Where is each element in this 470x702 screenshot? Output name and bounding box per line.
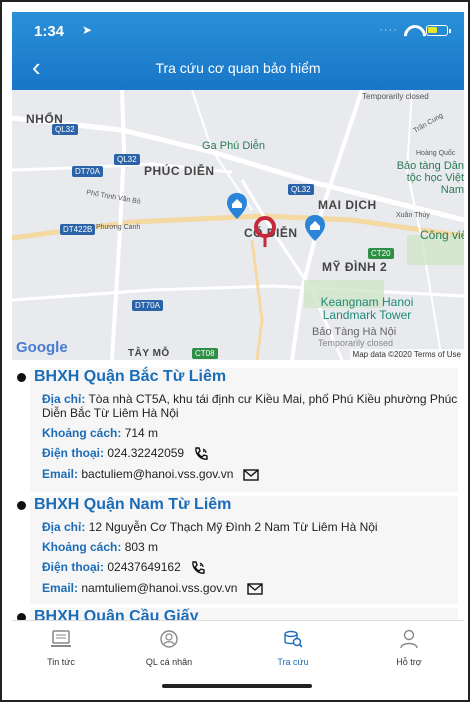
road-tag: CT08 (192, 348, 218, 359)
lookup-icon (284, 630, 303, 648)
status-time: 1:34 (34, 23, 65, 40)
office-phone[interactable]: Điện thoại: 024.32242059 (30, 446, 458, 461)
map-label-tay-mo: TÂY MỖ (128, 348, 170, 359)
office-card[interactable]: BHXH Quận Cầu Giấy (17, 608, 458, 620)
road-tag: DT70A (132, 300, 163, 311)
office-name: BHXH Quận Nam Từ Liêm (17, 496, 458, 514)
tab-support[interactable]: Hỗ trợ (364, 629, 454, 667)
page-title: Tra cứu cơ quan bảo hiểm (155, 60, 321, 76)
office-card[interactable]: BHXH Quận Bắc Từ Liêm Địa chỉ: Tòa nhà C… (17, 368, 458, 492)
map-label-phuong-canh: Phương Canh (96, 224, 141, 231)
map-label-cong-vien: Công viên (420, 228, 464, 242)
tab-lookup[interactable]: Tra cứu (248, 629, 338, 667)
phone-screen: 1:34 ➤ ···· ‹ Tra cứu cơ quan bảo hiểm T… (0, 0, 470, 702)
map-label-my-dinh-2: MỸ ĐÌNH 2 (322, 260, 388, 274)
office-list[interactable]: BHXH Quận Bắc Từ Liêm Địa chỉ: Tòa nhà C… (12, 362, 464, 620)
office-marker-icon[interactable] (226, 192, 248, 220)
mail-icon[interactable] (247, 582, 263, 595)
office-distance: Khoảng cách: 714 m (42, 426, 159, 440)
map-label-mai-dich: MAI DỊCH (318, 198, 377, 212)
phone-icon[interactable] (193, 447, 209, 461)
support-icon (400, 629, 418, 649)
google-logo: Google (16, 339, 68, 356)
personal-icon (160, 630, 178, 648)
header: 1:34 ➤ ···· ‹ Tra cứu cơ quan bảo hiểm (12, 12, 464, 90)
current-location-pin-icon (254, 216, 276, 247)
office-marker-icon[interactable] (304, 214, 326, 242)
road-tag: QL32 (52, 124, 78, 135)
tab-bar: Tin tức QL cá nhân Tra cứu Hỗ trợ (12, 620, 464, 694)
map-view[interactable]: Temporarily closed NHỔN QL32 Ga Phú Diễn… (12, 90, 464, 360)
news-icon (51, 630, 71, 647)
tab-news[interactable]: Tin tức (16, 629, 106, 667)
road-tag: DT422B (60, 224, 96, 235)
office-distance: Khoảng cách: 803 m (42, 540, 159, 554)
map-label-bao-tang-ha-noi: Bảo Tàng Hà Nội (312, 326, 397, 338)
office-phone[interactable]: Điện thoại: 02437649162 (30, 560, 458, 575)
office-name: BHXH Quận Bắc Từ Liêm (17, 368, 458, 386)
office-address: Địa chỉ: Tòa nhà CT5A, khu tái định cư K… (42, 392, 458, 420)
office-name: BHXH Quận Cầu Giấy (17, 608, 458, 620)
mail-icon[interactable] (243, 468, 259, 481)
map-label-bao-tang-dan-toc: Bảo tàng Dân tộc học Việt Nam (396, 160, 464, 196)
map-label-hoang-quoc: Hoàng Quốc (416, 150, 456, 157)
nav-bar: ‹ Tra cứu cơ quan bảo hiểm (12, 48, 464, 90)
bullet (17, 372, 26, 382)
battery-icon (426, 24, 451, 36)
map-label-phuc-dien: PHÚC DIỄN (144, 164, 215, 178)
bullet (17, 612, 26, 620)
map-label-closed-top: Temporarily closed (362, 92, 429, 101)
home-indicator[interactable] (162, 684, 312, 688)
location-arrow-icon: ➤ (82, 23, 93, 37)
map-label-ga-phu-dien: Ga Phú Diễn (202, 140, 265, 152)
map-label-keangnam: Keangnam Hanoi Landmark Tower (320, 295, 414, 322)
status-bar: 1:34 ➤ ···· (12, 12, 464, 48)
map-attribution[interactable]: Map data ©2020 Terms of Use (349, 349, 464, 360)
road-tag: QL32 (114, 154, 140, 165)
wifi-icon (404, 25, 420, 36)
map-label-temporarily-closed: Temporarily closed (318, 338, 394, 348)
road-tag: CT20 (368, 248, 394, 259)
road-tag: QL32 (288, 184, 314, 195)
tab-personal[interactable]: QL cá nhân (124, 629, 214, 667)
office-email[interactable]: Email: bactuliem@hanoi.vss.gov.vn (30, 467, 458, 481)
signal-icon: ···· (379, 24, 398, 36)
bullet (17, 500, 26, 510)
map-label-xuan-thuy: Xuân Thủy (396, 212, 430, 219)
road-tag: DT70A (72, 166, 103, 177)
status-indicators: ···· (379, 24, 451, 36)
office-email[interactable]: Email: namtuliem@hanoi.vss.gov.vn (30, 581, 458, 595)
phone-icon[interactable] (190, 561, 206, 575)
office-address: Địa chỉ: 12 Nguyễn Cơ Thạch Mỹ Đình 2 Na… (42, 520, 378, 534)
office-card[interactable]: BHXH Quận Nam Từ Liêm Địa chỉ: 12 Nguyễn… (17, 496, 458, 604)
